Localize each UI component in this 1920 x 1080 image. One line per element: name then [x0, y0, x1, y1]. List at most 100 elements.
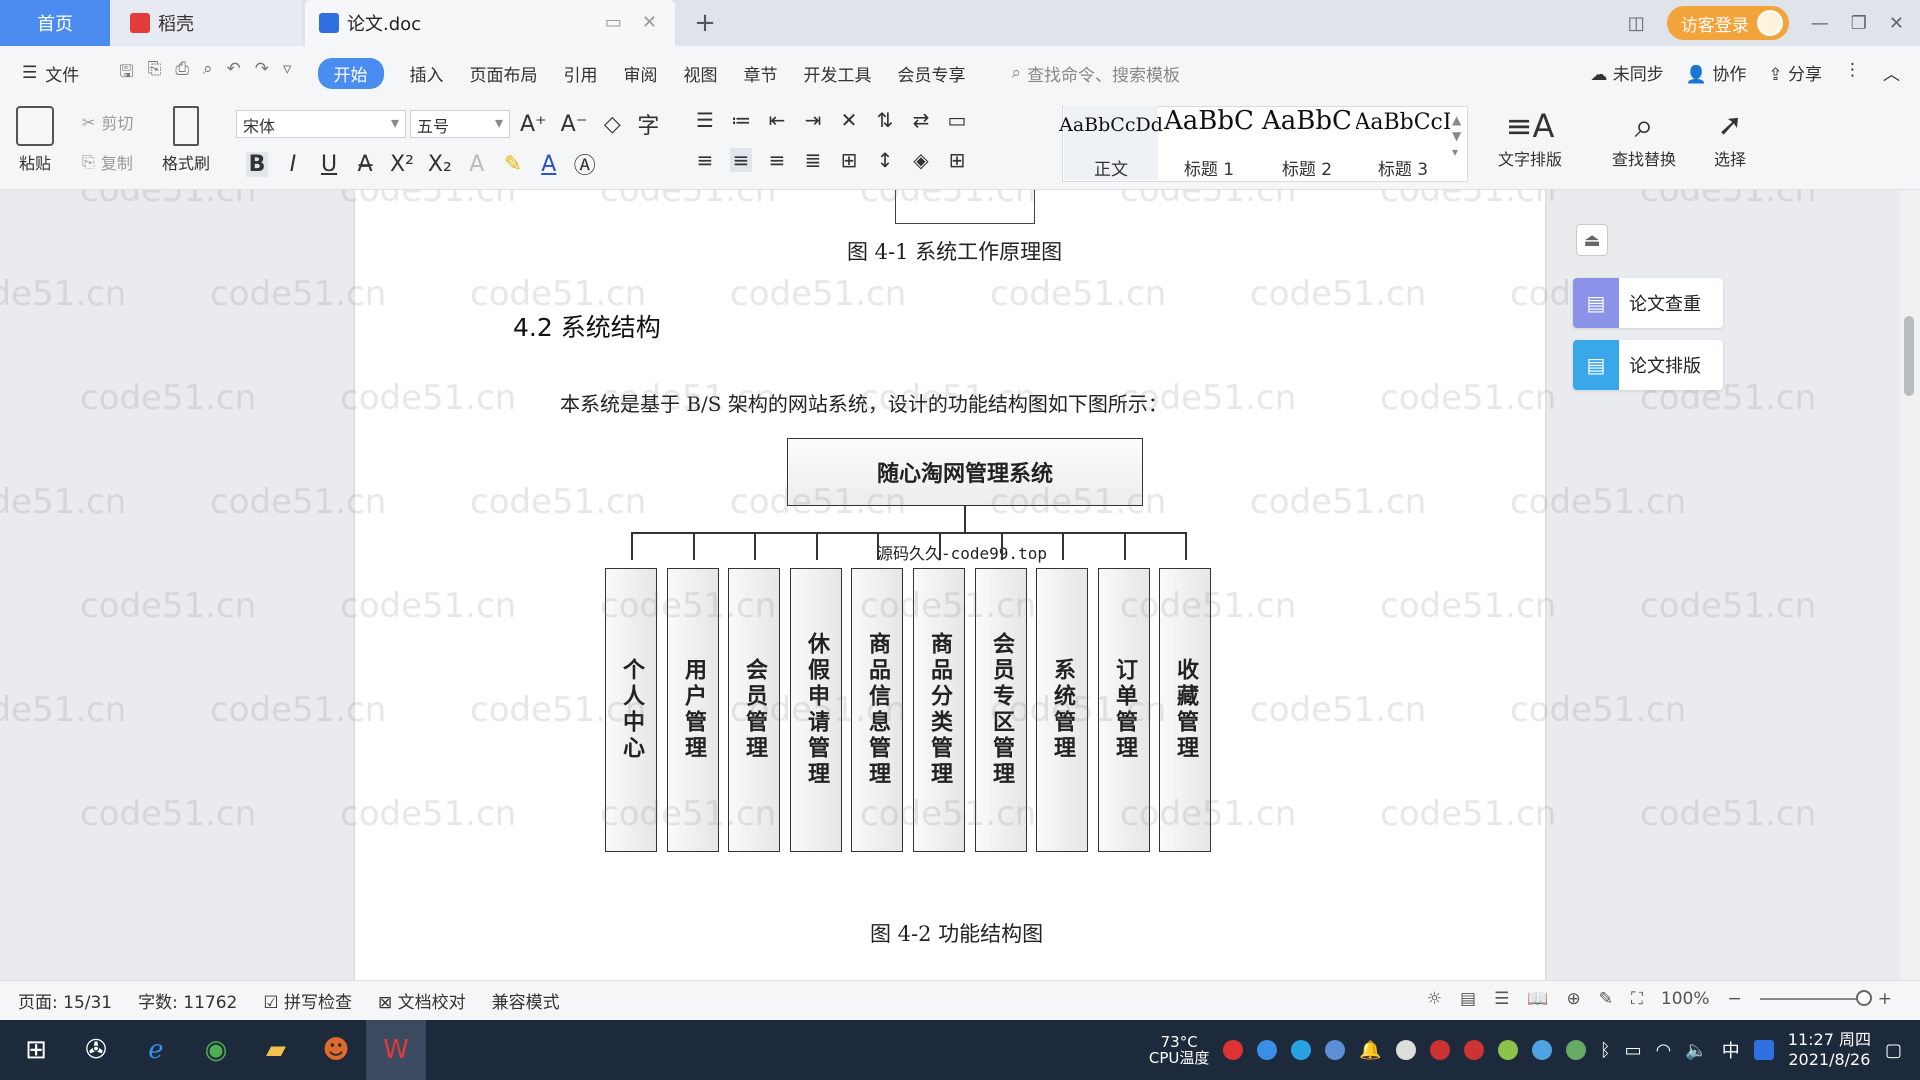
save-icon[interactable]: 🖫 — [119, 59, 133, 88]
spell-check-button[interactable]: ☑ 拼写检查 — [263, 988, 352, 1013]
new-tab-button[interactable]: + — [690, 0, 720, 46]
action-center-icon[interactable]: ▢ — [1885, 1040, 1902, 1061]
tab-document[interactable]: 论文.doc ▭ ✕ — [305, 0, 675, 46]
tab-daoke[interactable]: 稻壳 — [110, 0, 302, 46]
volume-icon[interactable]: 🔈 — [1685, 1040, 1707, 1061]
zoom-out-icon[interactable]: − — [1728, 989, 1742, 1009]
ime-indicator[interactable]: 中 — [1722, 1037, 1740, 1063]
wps-taskbar-icon[interactable]: W — [366, 1020, 426, 1080]
search-command-input[interactable]: ⌕ 查找命令、搜索模板 — [1012, 61, 1181, 86]
text-layout-button[interactable]: ≡A 文字排版 — [1498, 106, 1562, 170]
strikethrough-icon[interactable]: A̶ — [354, 152, 376, 177]
char-border-icon[interactable]: Ⓐ — [574, 148, 596, 180]
tab-home[interactable]: 首页 — [0, 0, 110, 46]
format-painter-button[interactable]: 格式刷 — [162, 106, 210, 174]
italic-icon[interactable]: I — [282, 152, 304, 177]
clock[interactable]: 11:27 周四 2021/8/26 — [1788, 1030, 1871, 1070]
line-spacing-icon[interactable]: ↕ — [874, 148, 896, 172]
text-effect-icon[interactable]: A — [466, 152, 488, 177]
menu-page-layout[interactable]: 页面布局 — [470, 61, 538, 86]
outline-view-icon[interactable]: ☰ — [1494, 989, 1509, 1009]
tray-app3-icon[interactable] — [1463, 1040, 1484, 1060]
tray-security-icon[interactable] — [1325, 1040, 1346, 1060]
zoom-level[interactable]: 100% — [1661, 989, 1710, 1009]
sort-icon[interactable]: ⇅ — [874, 108, 896, 132]
tray-app-icon[interactable] — [1223, 1040, 1244, 1060]
paper-check-button[interactable]: ▤ 论文查重 — [1573, 278, 1723, 328]
font-color-icon[interactable]: A — [538, 152, 560, 177]
more-icon[interactable]: ⋮ — [1844, 60, 1861, 85]
increase-indent-icon[interactable]: ⇥ — [802, 108, 824, 132]
cut-button[interactable]: ✂ 剪切 — [82, 110, 133, 134]
web-view-icon[interactable]: ⊕ — [1566, 989, 1580, 1009]
qq-icon[interactable] — [1395, 1040, 1416, 1060]
font-size-select[interactable]: 五号 ▾ — [410, 110, 510, 138]
justify-icon[interactable]: ≣ — [802, 148, 824, 172]
close-window-icon[interactable]: ✕ — [1889, 13, 1904, 34]
chinese-layout-icon[interactable]: ✕ — [838, 108, 860, 132]
menu-chapter[interactable]: 章节 — [744, 61, 778, 86]
reading-view-icon[interactable]: 📖 — [1527, 989, 1548, 1009]
print-icon[interactable]: ⎙ — [175, 59, 189, 88]
menu-insert[interactable]: 插入 — [410, 61, 444, 86]
copy-button[interactable]: ⎘ 复制 — [82, 150, 133, 174]
distributed-icon[interactable]: ⊞ — [838, 148, 860, 172]
battery-icon[interactable]: ▭ — [1625, 1040, 1642, 1061]
proof-button[interactable]: ⊠ 文档校对 — [378, 988, 466, 1013]
zoom-in-icon[interactable]: + — [1878, 989, 1892, 1009]
phonetic-icon[interactable]: 字 — [637, 108, 659, 140]
notification-bell-icon[interactable]: 🔔 — [1359, 1040, 1381, 1061]
eye-protection-icon[interactable]: ☼ — [1427, 989, 1442, 1009]
ruler-icon[interactable]: ▭ — [946, 108, 968, 132]
paste-button[interactable]: 粘贴 — [16, 106, 54, 174]
ie-browser-icon[interactable]: ℯ — [126, 1020, 186, 1080]
nvidia-icon[interactable] — [1565, 1040, 1586, 1060]
restore-icon[interactable]: ❐ — [1851, 13, 1867, 34]
word-count[interactable]: 字数: 11762 — [138, 988, 237, 1013]
preview-icon[interactable]: ⌕ — [203, 59, 213, 88]
menu-member[interactable]: 会员专享 — [898, 61, 966, 86]
style-heading-3[interactable]: AaBbCcI 标题 3 — [1356, 106, 1450, 180]
grow-font-icon[interactable]: A⁺ — [520, 112, 547, 137]
fan-app-icon[interactable]: ✇ — [66, 1020, 126, 1080]
style-gallery-scroll[interactable]: ▲ ▼ ▾ — [1452, 112, 1461, 160]
align-left-icon[interactable]: ≡ — [694, 148, 716, 172]
text-direction-icon[interactable]: ⇄ — [910, 108, 932, 132]
bullet-list-icon[interactable]: ☰ — [694, 108, 716, 132]
collapse-panel-icon[interactable]: ⏏ — [1576, 224, 1608, 256]
select-button[interactable]: ➚ 选择 — [1714, 106, 1746, 170]
guest-login-button[interactable]: 访客登录 — [1666, 6, 1789, 40]
style-normal[interactable]: AaBbCcDd 正文 — [1059, 106, 1163, 180]
sync-status[interactable]: ☁ 未同步 — [1590, 60, 1663, 85]
wifi-icon[interactable]: ◠ — [1656, 1040, 1672, 1061]
bluetooth-icon[interactable]: ᛒ — [1600, 1040, 1611, 1061]
menu-start[interactable]: 开始 — [317, 57, 384, 89]
layout-toggle-icon[interactable]: ◫ — [1628, 13, 1645, 34]
browser-360-icon[interactable]: ◉ — [186, 1020, 246, 1080]
tray-app5-icon[interactable] — [1531, 1040, 1552, 1060]
game-app-icon[interactable]: ☻ — [306, 1020, 366, 1080]
write-mode-icon[interactable]: ✎ — [1599, 989, 1613, 1009]
bold-icon[interactable]: B — [246, 151, 268, 177]
window-mode-icon[interactable]: ▭ — [605, 12, 622, 33]
document-page[interactable]: 图 4-1 系统工作原理图 4.2 系统结构 本系统是基于 B/S 架构的网站系… — [355, 190, 1545, 980]
menu-review[interactable]: 审阅 — [624, 61, 658, 86]
clear-format-icon[interactable]: ◇ — [601, 112, 623, 137]
numbered-list-icon[interactable]: ≔ — [730, 108, 752, 132]
close-tab-icon[interactable]: ✕ — [642, 12, 657, 33]
collapse-ribbon-icon[interactable]: ︿ — [1883, 60, 1900, 85]
underline-icon[interactable]: U — [318, 152, 340, 177]
tray-network-app-icon[interactable] — [1291, 1040, 1312, 1060]
redo-icon[interactable]: ↷ — [255, 59, 269, 88]
scrollbar-thumb[interactable] — [1904, 316, 1914, 396]
input-method-icon[interactable] — [1753, 1040, 1774, 1060]
decrease-indent-icon[interactable]: ⇤ — [766, 108, 788, 132]
border-icon[interactable]: ⊞ — [946, 148, 968, 172]
style-heading-1[interactable]: AaBbC 标题 1 — [1162, 106, 1256, 180]
highlight-icon[interactable]: ✎ — [502, 152, 524, 177]
export-icon[interactable]: ⎘ — [148, 59, 162, 88]
style-heading-2[interactable]: AaBbC 标题 2 — [1260, 106, 1354, 180]
font-family-select[interactable]: 宋体 ▾ — [236, 110, 406, 138]
find-replace-button[interactable]: ⌕ 查找替换 — [1612, 106, 1676, 170]
menu-view[interactable]: 视图 — [684, 61, 718, 86]
